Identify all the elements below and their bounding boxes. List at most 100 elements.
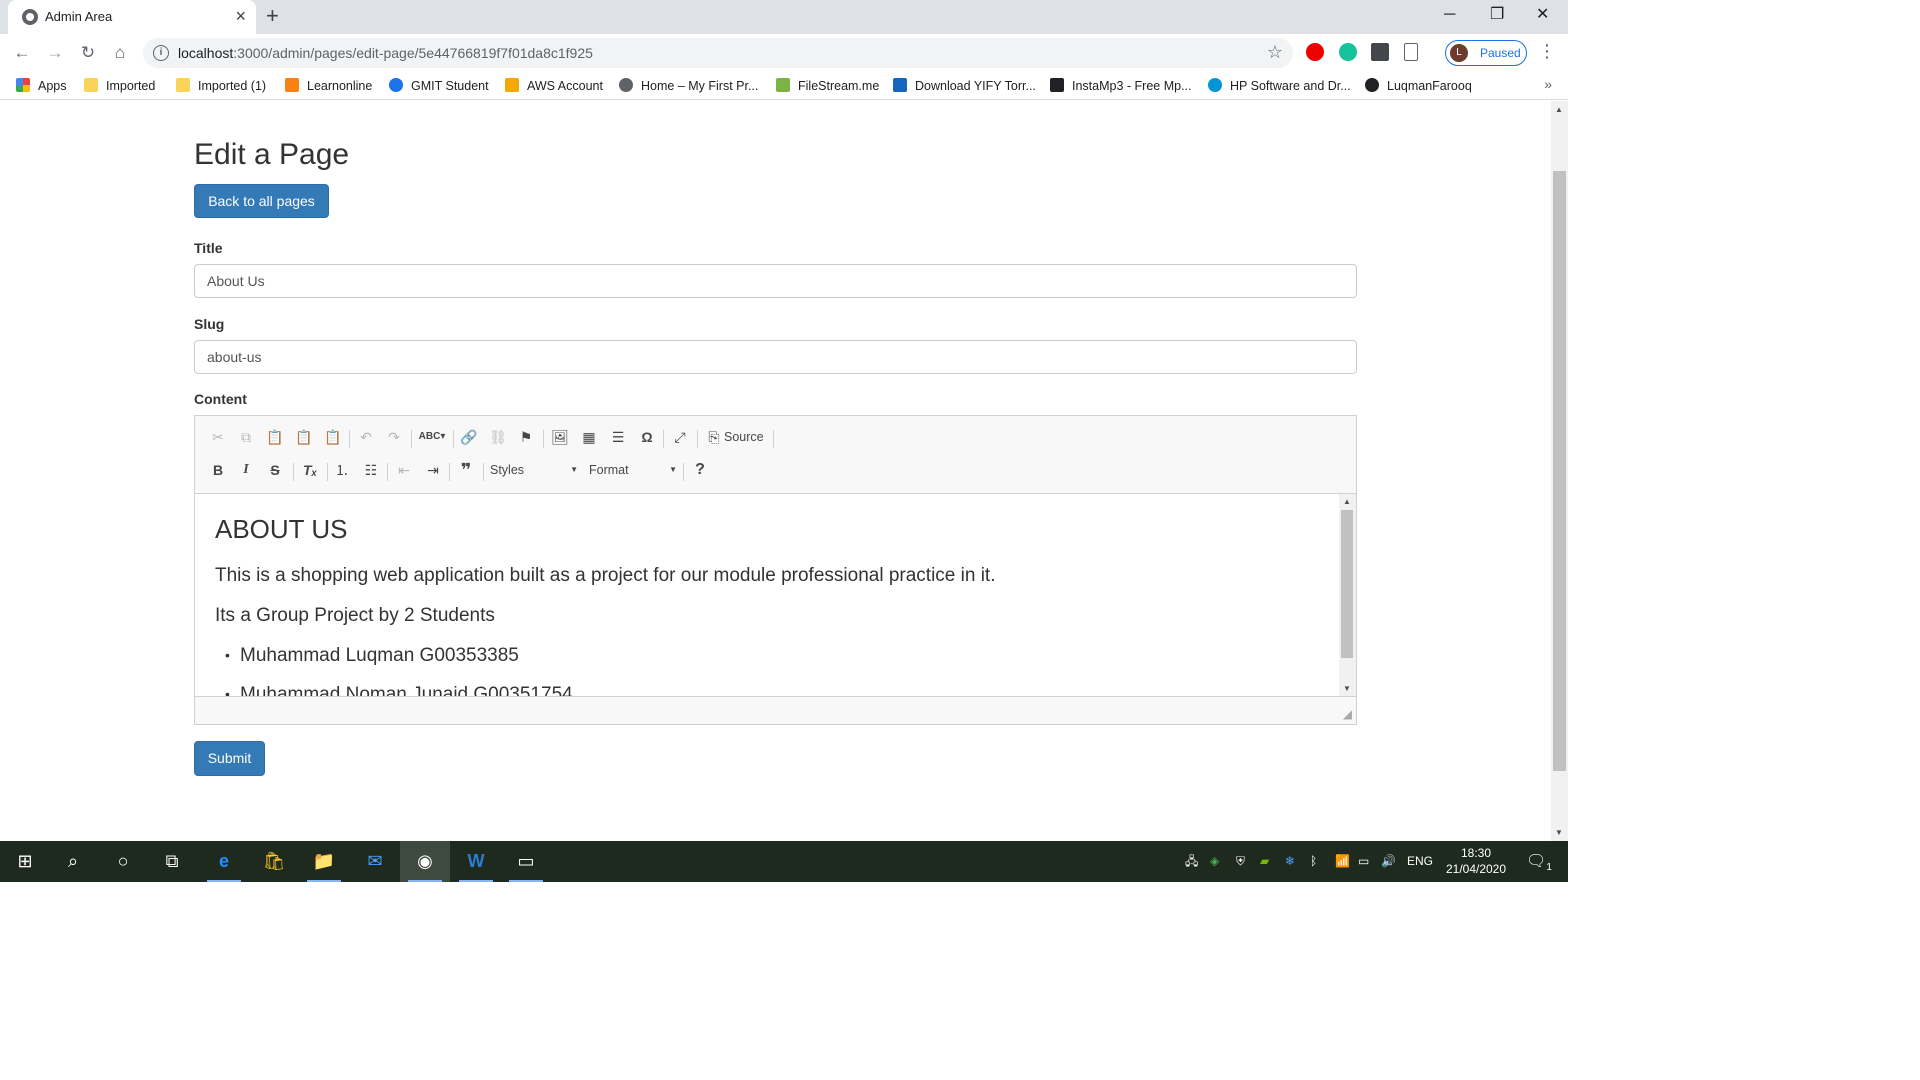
numbered-list-icon[interactable]: ⒈ [331,459,353,481]
scroll-up-icon[interactable]: ▲ [1555,105,1563,114]
document-extension-icon[interactable] [1404,43,1418,61]
copy-icon[interactable]: ⧉ [235,426,257,448]
editor-scrollbar-thumb[interactable] [1341,510,1353,658]
task-view-icon[interactable]: ⧉ [147,841,197,882]
terminal-icon[interactable]: ▭ [501,841,551,882]
bookmark-apps[interactable]: Apps [16,77,67,95]
paste-from-word-icon[interactable]: 📋 [322,426,344,448]
nvidia-icon[interactable]: ▰ [1260,841,1269,882]
slug-input[interactable]: about-us [194,340,1357,374]
site-info-icon[interactable]: i [153,45,169,61]
system-clock[interactable]: 18:30 21/04/2020 [1440,845,1512,877]
table-icon[interactable]: ▦ [578,426,600,448]
link-icon[interactable]: 🔗 [458,426,480,448]
bluetooth-icon[interactable]: ᛒ [1310,841,1317,882]
wifi-icon[interactable]: 📶 [1335,841,1350,882]
page-scrollbar-thumb[interactable] [1553,171,1566,771]
editor-scrollbar[interactable]: ▲ ▼ [1339,494,1356,696]
restore-window-button[interactable]: ❐ [1490,4,1504,26]
new-tab-button[interactable]: + [266,4,279,28]
image-icon[interactable]: 🖼 [549,426,571,448]
redo-icon[interactable]: ↷ [383,426,405,448]
bookmark-hp-software[interactable]: HP Software and Dr... [1208,77,1351,95]
bold-icon[interactable]: B [207,459,229,481]
search-icon[interactable]: ⌕ [48,841,98,882]
app-tray-icon[interactable]: ◈ [1210,841,1219,882]
horizontal-line-icon[interactable]: ☰ [607,426,629,448]
bookmark-imported-1[interactable]: Imported (1) [176,77,266,95]
resize-handle-icon[interactable]: ◢ [1343,707,1352,721]
url-text[interactable]: localhost:3000/admin/pages/edit-page/5e4… [178,45,593,61]
back-to-all-pages-button[interactable]: Back to all pages [194,184,329,218]
italic-icon[interactable]: I [235,459,257,481]
bookmark-filestream[interactable]: FileStream.me [776,77,879,95]
paste-icon[interactable]: 📋 [264,426,286,448]
unlink-icon[interactable]: ⛓ [487,426,509,448]
volume-icon[interactable]: 🔊 [1381,841,1396,882]
scroll-up-icon[interactable]: ▲ [1343,497,1351,506]
anchor-flag-icon[interactable]: ⚑ [515,426,537,448]
bookmark-learnonline[interactable]: Learnonline [285,77,372,95]
minimize-window-button[interactable]: ─ [1444,4,1455,26]
grammarly-extension-icon[interactable] [1339,43,1357,61]
bookmark-gmit-student[interactable]: GMIT Student [389,77,489,95]
page-scrollbar[interactable]: ▲ ▼ [1551,101,1568,841]
increase-indent-icon[interactable]: ⇥ [422,459,444,481]
close-window-button[interactable]: ✕ [1536,4,1549,26]
scroll-down-icon[interactable]: ▼ [1555,828,1563,837]
tab-close-icon[interactable]: × [235,6,246,26]
language-indicator[interactable]: ENG [1407,841,1433,882]
strikethrough-icon[interactable]: S [264,459,286,481]
cortana-icon[interactable]: ○ [98,841,148,882]
browser-tab-admin-area[interactable]: Admin Area × [8,0,256,34]
bookmarks-overflow-icon[interactable]: » [1544,76,1552,92]
bookmark-yify[interactable]: Download YIFY Torr... [893,77,1036,95]
store-icon[interactable]: 🛍 [249,841,299,882]
bookmark-luqmanfarooq[interactable]: LuqmanFarooq [1365,77,1472,95]
help-icon[interactable]: ? [689,459,711,481]
bookmark-instamp3[interactable]: InstaMp3 - Free Mp... [1050,77,1191,95]
source-icon[interactable]: ⎘ [703,426,725,448]
forward-nav-icon[interactable]: → [43,41,67,65]
snowflake-icon[interactable]: ❄ [1285,841,1295,882]
styles-dropdown[interactable]: Styles ▼ [490,459,578,481]
paste-text-icon[interactable]: 📋 [293,426,315,448]
profile-button[interactable]: L Paused [1445,40,1527,66]
format-dropdown[interactable]: Format ▼ [589,459,677,481]
bookmark-star-icon[interactable]: ☆ [1267,42,1283,63]
blockquote-icon[interactable]: ❞ [455,459,477,481]
address-bar[interactable]: i localhost:3000/admin/pages/edit-page/5… [143,38,1293,68]
windows-start-icon[interactable]: ⊞ [0,841,50,882]
decrease-indent-icon[interactable]: ⇤ [393,459,415,481]
network-status-icon[interactable]: 🖧 [1185,841,1198,882]
bookmark-imported[interactable]: Imported [84,77,155,95]
bookmark-home-first-project[interactable]: Home – My First Pr... [619,77,758,95]
reload-icon[interactable]: ↻ [76,41,100,65]
bookmark-aws-account[interactable]: AWS Account [505,77,603,95]
title-input[interactable]: About Us [194,264,1357,298]
spellcheck-icon[interactable]: ABC▾ [417,426,447,448]
editor-content-area[interactable]: ABOUT US This is a shopping web applicat… [195,493,1356,697]
special-character-icon[interactable]: Ω [636,426,658,448]
maximize-icon[interactable]: ⤢ [669,426,691,448]
source-button-label[interactable]: Source [724,426,764,448]
chrome-browser-icon[interactable]: ◉ [400,841,450,882]
undo-icon[interactable]: ↶ [355,426,377,448]
notification-center-icon[interactable]: 🗨1 [1526,841,1552,882]
opera-adblock-extension-icon[interactable] [1306,43,1324,61]
home-icon[interactable]: ⌂ [108,41,132,65]
back-nav-icon[interactable]: ← [10,41,34,65]
submit-button[interactable]: Submit [194,741,265,776]
mail-icon[interactable]: ✉ [350,841,400,882]
cut-icon[interactable]: ✂ [207,426,229,448]
file-explorer-icon[interactable]: 📁 [299,841,349,882]
scroll-down-icon[interactable]: ▼ [1343,684,1351,693]
security-shield-icon[interactable]: ⛨ [1236,841,1245,882]
selenium-extension-icon[interactable] [1371,43,1389,61]
word-icon[interactable]: W [451,841,501,882]
bulleted-list-icon[interactable]: ☷ [360,459,382,481]
browser-menu-icon[interactable]: ⋮ [1538,41,1556,62]
edge-browser-icon[interactable]: e [199,841,249,882]
battery-icon[interactable]: ▭ [1358,841,1369,882]
remove-format-icon[interactable]: Tₓ [299,459,321,481]
